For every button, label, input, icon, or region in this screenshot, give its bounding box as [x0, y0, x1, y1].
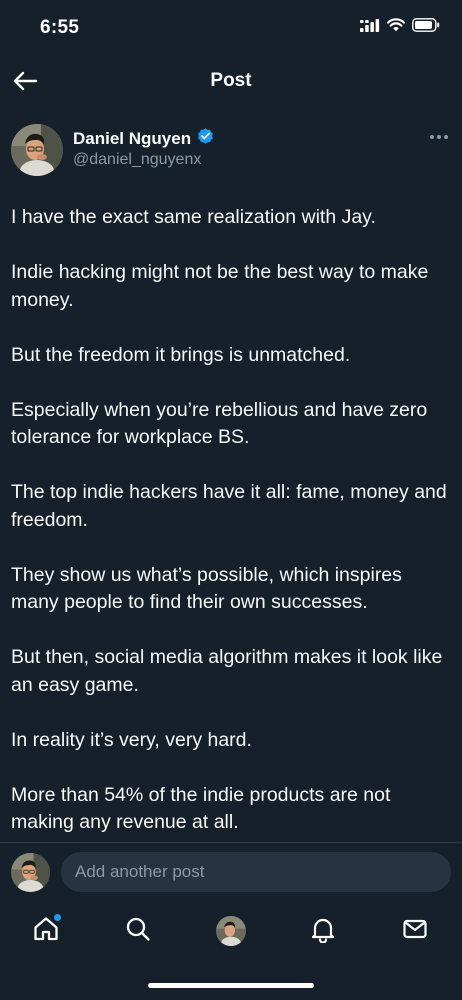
- post-paragraph: I have the exact same realization with J…: [11, 206, 376, 228]
- status-icons: [360, 18, 440, 37]
- wifi-icon: [386, 18, 406, 37]
- notification-dot: [54, 914, 61, 921]
- avatar: [11, 853, 50, 892]
- avatar[interactable]: [11, 124, 63, 176]
- post-paragraph: Indie hacking might not be the best way …: [11, 261, 429, 311]
- communities-avatar: [216, 916, 246, 946]
- post-paragraph: The top indie hackers have it all: fame,…: [11, 481, 447, 531]
- tab-search[interactable]: [121, 914, 155, 948]
- page-title: Post: [210, 70, 252, 91]
- tab-communities[interactable]: [214, 914, 248, 948]
- reply-composer: [0, 842, 462, 901]
- post-paragraph: More than 54% of the indie products are …: [11, 783, 391, 834]
- tab-home[interactable]: [29, 914, 63, 948]
- author-name-text: Daniel Nguyen: [73, 129, 192, 148]
- cellular-signal-icon: [360, 18, 380, 37]
- reply-input[interactable]: [61, 852, 451, 892]
- status-time: 6:55: [40, 17, 80, 38]
- post-author: Daniel Nguyen @daniel_nguyenx: [11, 122, 451, 178]
- verified-badge-icon: [196, 127, 215, 151]
- post-paragraph: In reality it’s very, very hard.: [11, 728, 252, 751]
- more-options-button[interactable]: [427, 124, 451, 148]
- bottom-tab-bar: [0, 900, 462, 964]
- status-bar: 6:55: [0, 0, 462, 58]
- search-icon: [124, 915, 152, 948]
- more-horizontal-icon: [429, 127, 449, 145]
- battery-icon: [412, 18, 440, 37]
- home-indicator[interactable]: [148, 983, 314, 988]
- post-paragraph: They show us what’s possible, which insp…: [11, 563, 402, 614]
- author-handle[interactable]: @daniel_nguyenx: [73, 151, 201, 169]
- post-paragraph: But the freedom it brings is unmatched.: [11, 343, 351, 366]
- post-paragraph: But then, social media algorithm makes i…: [11, 646, 443, 696]
- post-header: Post: [0, 58, 462, 108]
- bell-icon: [309, 915, 337, 948]
- post-paragraph: Especially when you’re rebellious and ha…: [11, 398, 428, 449]
- tab-notifications[interactable]: [306, 914, 340, 948]
- author-name[interactable]: Daniel Nguyen: [73, 127, 215, 151]
- mail-icon: [401, 915, 429, 948]
- post-text: I have the exact same realization with J…: [11, 204, 451, 864]
- tab-messages[interactable]: [398, 914, 432, 948]
